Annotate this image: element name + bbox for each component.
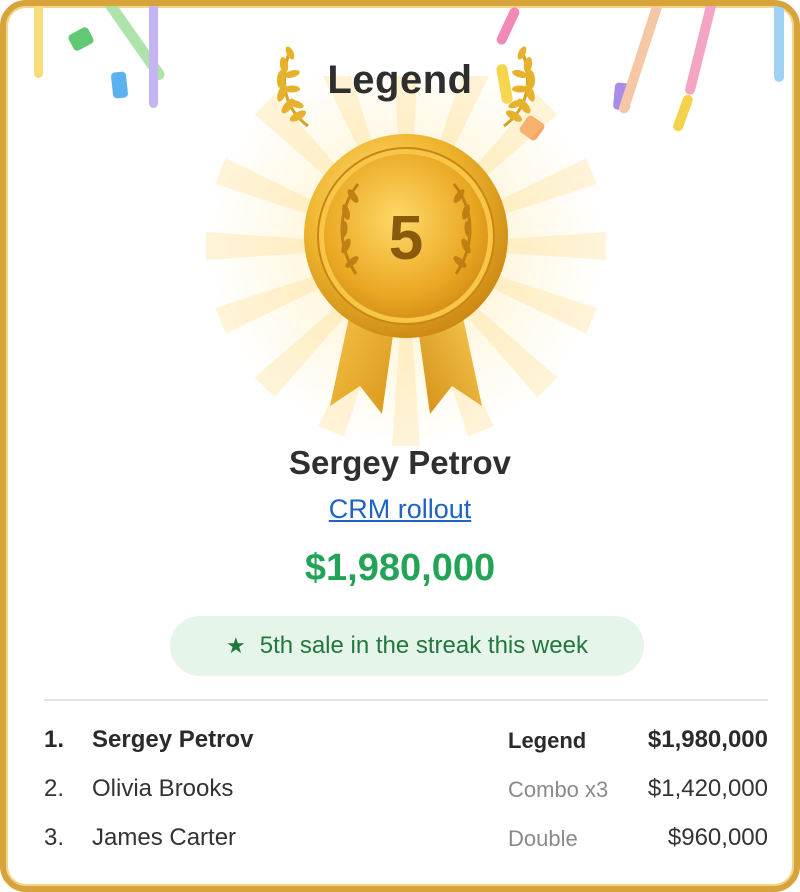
leaderboard-row: 1. Sergey Petrov Legend $1,980,000: [44, 718, 768, 767]
tier-badge: Combo x3: [508, 777, 609, 802]
player-name: Olivia Brooks: [92, 775, 234, 802]
gold-medal-icon: 5: [296, 124, 516, 424]
rank: 3.: [44, 824, 65, 851]
streak-banner: ★ 5th sale in the streak this week: [170, 616, 644, 676]
confetti-piece: [67, 25, 95, 53]
rank: 2.: [44, 775, 65, 802]
leaderboard-row: 3. James Carter Double $960,000: [44, 816, 768, 865]
medal-number: 5: [389, 204, 423, 273]
divider: [44, 699, 768, 701]
sale-value: $1,980,000: [647, 726, 768, 753]
award-title: Legend: [327, 58, 473, 102]
leaderboard: 1. Sergey Petrov Legend $1,980,000 2. Ol…: [44, 718, 768, 865]
star-icon: ★: [226, 633, 246, 658]
award-card: Legend 5 Sergey Petrov CRM rollout $1,98…: [0, 0, 800, 892]
streak-text: 5th sale in the streak this week: [259, 632, 588, 659]
deal-link[interactable]: CRM rollout: [6, 494, 794, 525]
leaderboard-row: 2. Olivia Brooks Combo x3 $1,420,000: [44, 767, 768, 816]
sale-value: $960,000: [667, 824, 768, 851]
confetti-piece: [495, 6, 521, 47]
winner-name: Sergey Petrov: [289, 444, 511, 481]
rank: 1.: [44, 726, 65, 753]
player-name: James Carter: [92, 824, 237, 851]
sale-value: $1,420,000: [647, 775, 768, 802]
tier-badge: Double: [508, 826, 578, 851]
deal-amount: $1,980,000: [304, 547, 496, 589]
player-name: Sergey Petrov: [92, 726, 254, 753]
tier-badge: Legend: [508, 728, 587, 753]
